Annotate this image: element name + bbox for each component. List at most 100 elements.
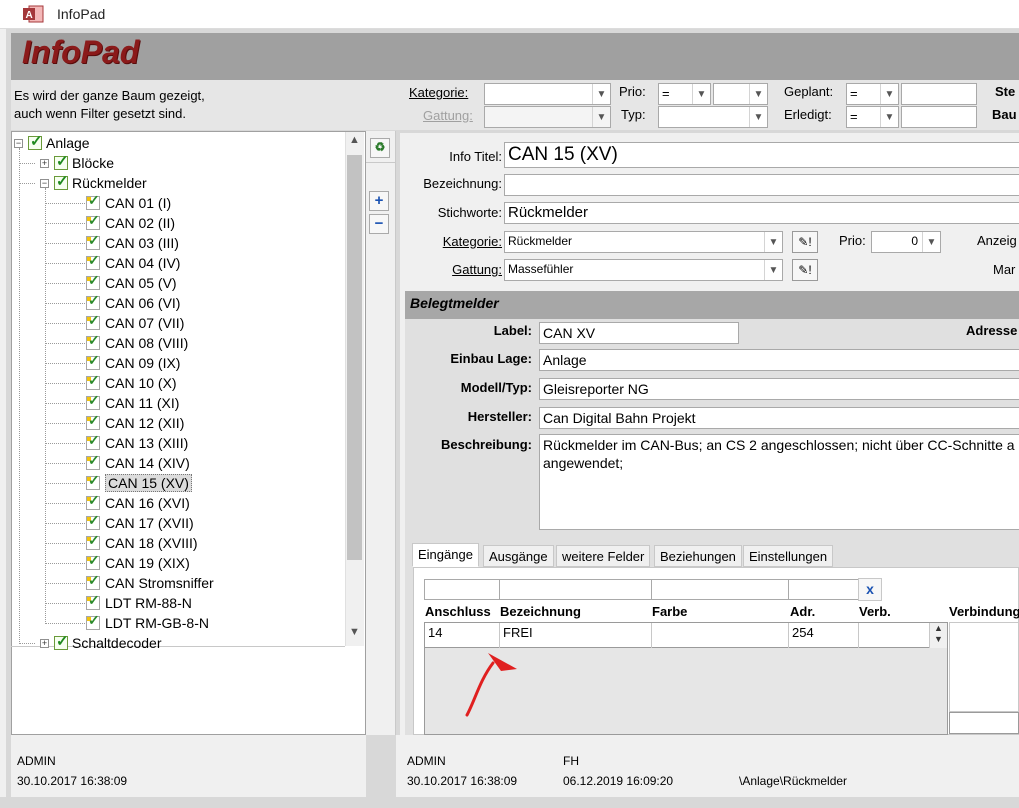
tree-leaf[interactable]: CAN 15 (XV) xyxy=(86,472,192,493)
chevron-down-icon[interactable]: ▼ xyxy=(922,232,940,252)
tab-weitere-felder[interactable]: weitere Felder xyxy=(556,545,651,567)
tree-leaf[interactable]: CAN 08 (VIII) xyxy=(86,332,188,353)
cell-adr[interactable]: 254 xyxy=(792,625,814,640)
filter-erledigt-op-combo[interactable]: = ▼ xyxy=(846,106,899,128)
filter-kategorie-combo[interactable]: ▼ xyxy=(484,83,611,105)
info-titel-input[interactable]: CAN 15 (XV) xyxy=(504,142,1019,168)
chevron-down-icon[interactable]: ▼ xyxy=(749,84,767,104)
tree-leaf[interactable]: CAN 01 (I) xyxy=(86,192,171,213)
label-value: CAN XV xyxy=(543,325,596,341)
tree-leaf-label: LDT RM-88-N xyxy=(105,595,192,611)
add-plus-icon[interactable]: + xyxy=(369,191,389,211)
tab-ausgaenge[interactable]: Ausgänge xyxy=(483,545,554,567)
tree-leaf[interactable]: LDT RM-88-N xyxy=(86,592,192,613)
col-header-anschluss[interactable]: Anschluss xyxy=(425,604,491,619)
tab-eingaenge[interactable]: Eingänge xyxy=(412,543,479,567)
tree-leaf[interactable]: CAN 18 (XVIII) xyxy=(86,532,198,553)
filter-prio-op-combo[interactable]: = ▼ xyxy=(658,83,711,105)
chevron-down-icon[interactable]: ▼ xyxy=(764,232,782,252)
hersteller-input[interactable]: Can Digital Bahn Projekt xyxy=(539,407,1019,429)
filter-typ-combo[interactable]: ▼ xyxy=(658,106,768,128)
chevron-down-icon[interactable]: ▼ xyxy=(880,84,898,104)
col-header-farbe[interactable]: Farbe xyxy=(652,604,687,619)
tree-node-bloecke[interactable]: + Blöcke xyxy=(40,152,114,173)
tree-leaf[interactable]: CAN 10 (X) xyxy=(86,372,177,393)
expand-plus-icon[interactable]: + xyxy=(40,158,49,168)
col-header-adr[interactable]: Adr. xyxy=(790,604,815,619)
modell-input[interactable]: Gleisreporter NG xyxy=(539,378,1019,400)
tab-beziehungen[interactable]: Beziehungen xyxy=(654,545,742,567)
stichworte-input[interactable]: Rückmelder xyxy=(504,202,1019,224)
tree-leaf[interactable]: CAN 03 (III) xyxy=(86,232,179,253)
verbindung-box[interactable] xyxy=(949,622,1019,712)
filter-adr-input[interactable] xyxy=(788,579,859,600)
tree-leaf-label: CAN 12 (XII) xyxy=(105,415,185,431)
tree-line xyxy=(19,643,35,644)
tree-leaf[interactable]: CAN 11 (XI) xyxy=(86,392,179,413)
tree-leaf[interactable]: CAN 13 (XIII) xyxy=(86,432,188,453)
prio-combo[interactable]: 0 ▼ xyxy=(871,231,941,253)
tree-leaf[interactable]: CAN 07 (VII) xyxy=(86,312,184,333)
tree-leaf[interactable]: CAN 05 (V) xyxy=(86,272,177,293)
chevron-down-icon[interactable]: ▼ xyxy=(749,107,767,127)
einbau-input[interactable]: Anlage xyxy=(539,349,1019,371)
chevron-up-icon[interactable]: ▲ xyxy=(347,134,362,152)
chevron-down-icon[interactable]: ▼ xyxy=(692,84,710,104)
tree-line xyxy=(45,563,85,564)
filter-erledigt-date-input[interactable] xyxy=(901,106,977,128)
filter-bezeichnung-input[interactable] xyxy=(499,579,652,600)
tree-leaf[interactable]: CAN 02 (II) xyxy=(86,212,175,233)
tree-leaf[interactable]: CAN 04 (IV) xyxy=(86,252,180,273)
edit-pencil-icon[interactable]: ✎! xyxy=(792,231,818,253)
tree-leaf[interactable]: LDT RM-GB-8-N xyxy=(86,612,209,633)
tree-leaf[interactable]: CAN 19 (XIX) xyxy=(86,552,190,573)
filter-geplant-date-input[interactable] xyxy=(901,83,977,105)
tree-leaf[interactable]: CAN 06 (VI) xyxy=(86,292,180,313)
filter-geplant-op-combo[interactable]: = ▼ xyxy=(846,83,899,105)
tree-node-rueckmelder[interactable]: − Rückmelder xyxy=(40,172,147,193)
leaf-check-icon xyxy=(86,252,100,270)
chevron-down-icon[interactable]: ▼ xyxy=(592,84,610,104)
tree-node-schaltdecoder[interactable]: + Schaltdecoder xyxy=(40,632,162,653)
collapse-minus-icon[interactable]: − xyxy=(40,178,49,188)
remove-minus-icon[interactable]: − xyxy=(369,214,389,234)
filter-gattung-combo[interactable]: ▼ xyxy=(484,106,611,128)
gattung-combo[interactable]: Massefühler ▼ xyxy=(504,259,783,281)
tree-leaf[interactable]: CAN 09 (IX) xyxy=(86,352,180,373)
filter-prio-value-combo[interactable]: ▼ xyxy=(713,83,768,105)
tree-leaf[interactable]: CAN 14 (XIV) xyxy=(86,452,190,473)
tree-leaf[interactable]: CAN Stromsniffer xyxy=(86,572,214,593)
tab-einstellungen[interactable]: Einstellungen xyxy=(743,545,834,567)
label-input[interactable]: CAN XV xyxy=(539,322,739,344)
col-header-bezeichnung[interactable]: Bezeichnung xyxy=(500,604,581,619)
chevron-down-icon[interactable]: ▼ xyxy=(592,107,610,127)
chevron-down-icon[interactable]: ▼ xyxy=(347,626,362,644)
tree-line xyxy=(45,603,85,604)
clear-filter-button[interactable]: x xyxy=(858,578,882,601)
collapse-minus-icon[interactable]: − xyxy=(14,138,23,148)
col-header-verb[interactable]: Verb. xyxy=(859,604,891,619)
tree-scroll-thumb[interactable] xyxy=(347,155,362,560)
filter-anschluss-input[interactable] xyxy=(424,579,500,600)
expand-plus-icon[interactable]: + xyxy=(40,638,49,648)
cell-anschluss[interactable]: 14 xyxy=(428,625,442,640)
grid-scrollbar[interactable]: ▲ ▼ xyxy=(929,623,947,648)
tree-leaf[interactable]: CAN 16 (XVI) xyxy=(86,492,190,513)
tree-node-label: Schaltdecoder xyxy=(72,635,162,651)
cell-bezeichnung[interactable]: FREI xyxy=(503,625,533,640)
bezeichnung-input[interactable] xyxy=(504,174,1019,196)
recycle-icon[interactable]: ♻ xyxy=(370,138,390,158)
tree-leaf[interactable]: CAN 17 (XVII) xyxy=(86,512,194,533)
filter-prio-label: Prio: xyxy=(619,84,646,99)
col-header-verbindung[interactable]: Verbindung xyxy=(949,604,1019,619)
kategorie-combo[interactable]: Rückmelder ▼ xyxy=(504,231,783,253)
tree-line xyxy=(45,188,46,622)
verbindung-input[interactable] xyxy=(949,712,1019,734)
edit-pencil-icon[interactable]: ✎! xyxy=(792,259,818,281)
tree-node-anlage[interactable]: − Anlage xyxy=(14,132,90,153)
beschreibung-textarea[interactable]: Rückmelder im CAN-Bus; an CS 2 angeschlo… xyxy=(539,434,1019,530)
chevron-down-icon[interactable]: ▼ xyxy=(764,260,782,280)
tree-leaf[interactable]: CAN 12 (XII) xyxy=(86,412,185,433)
chevron-down-icon[interactable]: ▼ xyxy=(880,107,898,127)
filter-farbe-input[interactable] xyxy=(651,579,789,600)
